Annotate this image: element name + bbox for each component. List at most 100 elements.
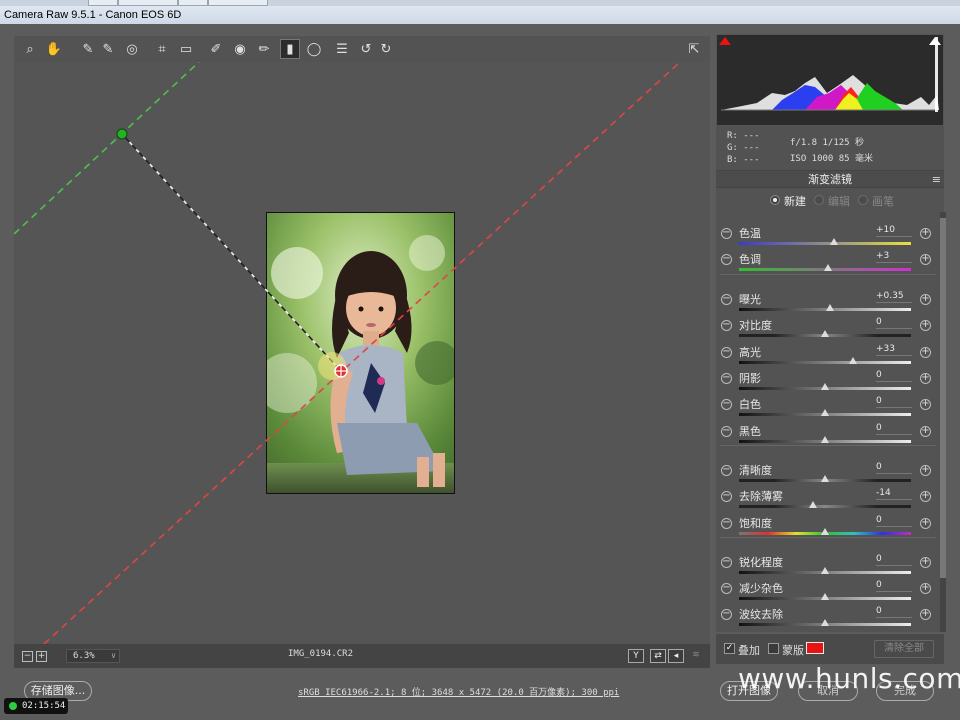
- increase-icon[interactable]: +: [920, 294, 931, 305]
- slider-value-input[interactable]: +10: [876, 225, 912, 237]
- increase-icon[interactable]: +: [920, 373, 931, 384]
- slider-value-input[interactable]: 0: [876, 515, 912, 527]
- increase-icon[interactable]: +: [920, 426, 931, 437]
- increase-icon[interactable]: +: [920, 557, 931, 568]
- straighten-icon[interactable]: ▭: [176, 39, 196, 59]
- decrease-icon[interactable]: −: [721, 320, 732, 331]
- increase-icon[interactable]: +: [920, 583, 931, 594]
- mask-checkbox[interactable]: [768, 643, 779, 654]
- panel-scrollbar[interactable]: [940, 212, 946, 632]
- decrease-icon[interactable]: −: [721, 399, 732, 410]
- slider-value-input[interactable]: +0.35: [876, 291, 912, 303]
- slider-thumb[interactable]: [824, 264, 833, 271]
- decrease-icon[interactable]: −: [721, 254, 732, 265]
- filter-green-pin[interactable]: [116, 128, 128, 140]
- decrease-icon[interactable]: −: [721, 347, 732, 358]
- panel-menu-icon[interactable]: ≡: [932, 171, 941, 188]
- slider-value-input[interactable]: +33: [876, 344, 912, 356]
- slider-group-divider: [720, 445, 936, 446]
- copy-settings-button[interactable]: ◂: [668, 649, 684, 663]
- filter-green-line[interactable]: [14, 62, 200, 235]
- slider-value-input[interactable]: +3: [876, 251, 912, 263]
- slider-row: − 色温 +10 +: [716, 216, 940, 245]
- increase-icon[interactable]: +: [920, 399, 931, 410]
- filter-red-line[interactable]: [43, 62, 681, 644]
- slider-label: 曝光: [739, 293, 761, 306]
- white-balance-icon[interactable]: ✎: [78, 39, 98, 59]
- slider-value-input[interactable]: -14: [876, 488, 912, 500]
- preferences-icon[interactable]: ☰: [332, 39, 352, 59]
- toggle-settings-icon[interactable]: ≋: [688, 649, 704, 663]
- slider-value-input[interactable]: 0: [876, 423, 912, 435]
- decrease-icon[interactable]: −: [721, 294, 732, 305]
- red-eye-icon[interactable]: ◉: [230, 39, 250, 59]
- overlay-label: 叠加: [738, 644, 760, 657]
- file-name: IMG_0194.CR2: [288, 649, 354, 659]
- fullscreen-icon[interactable]: ⇱: [684, 39, 704, 59]
- highlight-clipping-warning-icon[interactable]: [929, 37, 941, 45]
- increase-icon[interactable]: +: [920, 518, 931, 529]
- slider-value-input[interactable]: 0: [876, 396, 912, 408]
- increase-icon[interactable]: +: [920, 347, 931, 358]
- targeted-adjustment-icon[interactable]: ◎: [122, 39, 142, 59]
- slider-value-input[interactable]: 0: [876, 317, 912, 329]
- mode-brush-label[interactable]: 画笔: [872, 193, 894, 209]
- mask-color-swatch[interactable]: [806, 642, 824, 654]
- scrollbar-thumb[interactable]: [940, 218, 946, 578]
- adjustment-brush-icon[interactable]: ✏: [254, 39, 274, 59]
- slider-group-divider: [720, 537, 936, 538]
- mode-brush-radio[interactable]: [858, 195, 868, 205]
- decrease-icon[interactable]: −: [721, 557, 732, 568]
- spot-removal-icon[interactable]: ✐: [206, 39, 226, 59]
- mode-edit-radio[interactable]: [814, 195, 824, 205]
- rotate-right-icon[interactable]: ↻: [376, 39, 396, 59]
- slider-value-input[interactable]: 0: [876, 580, 912, 592]
- zoom-icon[interactable]: ⌕: [20, 39, 40, 59]
- zoom-in-button[interactable]: +: [36, 651, 47, 662]
- decrease-icon[interactable]: −: [721, 373, 732, 384]
- slider-value-input[interactable]: 0: [876, 554, 912, 566]
- slider-thumb[interactable]: [821, 528, 829, 535]
- before-after-view-button[interactable]: Y: [628, 649, 644, 663]
- slider-row: − 曝光 +0.35 +: [716, 282, 940, 311]
- slider-thumb[interactable]: [821, 619, 829, 626]
- slider-value-input[interactable]: 0: [876, 462, 912, 474]
- decrease-icon[interactable]: −: [721, 491, 732, 502]
- zoom-out-button[interactable]: −: [22, 651, 33, 662]
- increase-icon[interactable]: +: [920, 465, 931, 476]
- increase-icon[interactable]: +: [920, 254, 931, 265]
- zoom-level-select[interactable]: 6.3% ∨: [66, 649, 120, 663]
- shadow-clipping-warning-icon[interactable]: [719, 37, 731, 45]
- slider-value-input[interactable]: 0: [876, 370, 912, 382]
- preview-canvas[interactable]: [14, 62, 710, 644]
- exif-info: f/1.8 1/125 秒 ISO 1000 85 毫米: [790, 135, 873, 167]
- decrease-icon[interactable]: −: [721, 228, 732, 239]
- iso-focal-length: ISO 1000 85 毫米: [790, 154, 874, 164]
- mode-new-radio[interactable]: [770, 195, 780, 205]
- clear-all-button[interactable]: 清除全部: [874, 640, 934, 658]
- slider-thumb[interactable]: [821, 436, 829, 443]
- decrease-icon[interactable]: −: [721, 609, 732, 620]
- swap-settings-button[interactable]: ⇄: [650, 649, 666, 663]
- increase-icon[interactable]: +: [920, 320, 931, 331]
- increase-icon[interactable]: +: [920, 491, 931, 502]
- chevron-down-icon: ∨: [111, 651, 116, 660]
- decrease-icon[interactable]: −: [721, 465, 732, 476]
- hand-icon[interactable]: ✋: [44, 39, 64, 59]
- slider-value-input[interactable]: 0: [876, 606, 912, 618]
- color-sampler-icon[interactable]: ✎: [98, 39, 118, 59]
- decrease-icon[interactable]: −: [721, 583, 732, 594]
- overlay-checkbox[interactable]: ✓: [724, 643, 735, 654]
- radial-filter-icon[interactable]: ◯: [304, 39, 324, 59]
- mode-new-label[interactable]: 新建: [784, 193, 806, 209]
- increase-icon[interactable]: +: [920, 609, 931, 620]
- crop-icon[interactable]: ⌗: [152, 39, 172, 59]
- graduated-filter-overlay[interactable]: [14, 62, 710, 644]
- mode-edit-label[interactable]: 编辑: [828, 193, 850, 209]
- graduated-filter-icon[interactable]: ▮: [280, 39, 300, 59]
- decrease-icon[interactable]: −: [721, 426, 732, 437]
- decrease-icon[interactable]: −: [721, 518, 732, 529]
- workflow-options-link[interactable]: sRGB IEC61966-2.1; 8 位; 3648 x 5472 (20.…: [298, 685, 619, 698]
- increase-icon[interactable]: +: [920, 228, 931, 239]
- rotate-left-icon[interactable]: ↺: [356, 39, 376, 59]
